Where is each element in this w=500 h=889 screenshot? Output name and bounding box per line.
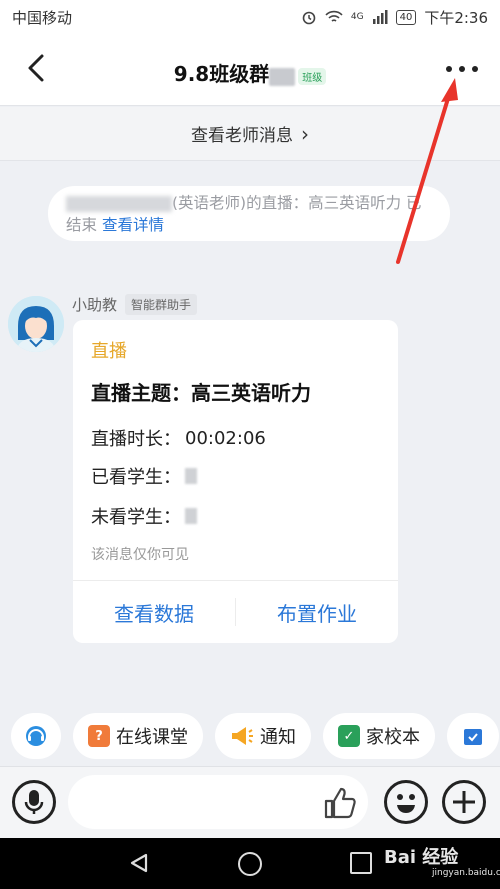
online-class-chip[interactable]: ? 在线课堂 xyxy=(73,713,203,759)
headset-icon xyxy=(26,726,46,746)
more-dot xyxy=(459,66,465,72)
sender-tag: 智能群助手 xyxy=(125,294,198,315)
view-teacher-messages-bar[interactable]: 查看老师消息 › xyxy=(0,107,500,161)
thumbs-up-icon xyxy=(324,787,356,819)
live-ended-notice: (英语老师)的直播：高三英语听力 已结束 查看详情 xyxy=(48,186,450,241)
watched-label: 已看学生： xyxy=(91,467,181,488)
view-data-button[interactable]: 查看数据 xyxy=(73,598,235,627)
megaphone-icon xyxy=(232,727,253,745)
page-title: 9.8班级群 xyxy=(173,62,270,86)
live-topic: 直播主题：高三英语听力 xyxy=(91,381,311,405)
redacted-title-suffix xyxy=(269,67,296,86)
more-dots-icon xyxy=(446,66,452,72)
assign-homework-button[interactable]: 布置作业 xyxy=(236,598,398,627)
online-class-label: 在线课堂 xyxy=(116,727,188,748)
signal-icon xyxy=(372,10,388,24)
smiley-icon xyxy=(397,794,415,813)
card-actions: 查看数据 布置作业 xyxy=(73,581,398,643)
home-school-book-chip[interactable]: ✓ 家校本 xyxy=(323,713,435,759)
unwatched-label: 未看学生： xyxy=(91,507,181,528)
redacted-teacher-name xyxy=(66,195,172,212)
baidu-watermark-url: jingyan.baidu.com xyxy=(432,868,500,878)
system-recents-button[interactable] xyxy=(350,852,372,874)
baidu-watermark: Bai 经验 xyxy=(384,847,459,868)
assistant-shortcut-button[interactable] xyxy=(11,713,61,759)
notice-label: 通知 xyxy=(260,727,296,748)
voice-input-button[interactable] xyxy=(12,780,56,824)
status-right: 4G 40 下午2:36 xyxy=(301,7,488,28)
live-tag: 直播 xyxy=(91,341,127,362)
title-wrap: 9.8班级群 班级 xyxy=(0,58,500,87)
unwatched-row: 未看学生： xyxy=(91,503,197,529)
more-options-button[interactable] xyxy=(446,62,478,76)
microphone-icon xyxy=(24,790,44,814)
online-class-icon: ? xyxy=(88,725,110,747)
watched-row: 已看学生： xyxy=(91,463,197,489)
emoji-button[interactable] xyxy=(384,780,428,824)
system-back-button[interactable] xyxy=(128,852,150,874)
more-dot xyxy=(472,66,478,72)
duration-label: 直播时长： xyxy=(91,429,181,450)
status-bar: 中国移动 4G 40 下午2:36 xyxy=(0,0,500,34)
network-label: 4G xyxy=(350,12,364,22)
class-badge: 班级 xyxy=(298,68,327,85)
home-school-book-label: 家校本 xyxy=(366,727,420,748)
duration-value: 00:02:06 xyxy=(185,427,266,449)
notice-chip[interactable]: 通知 xyxy=(215,713,311,759)
assistant-avatar-icon xyxy=(8,296,64,352)
assistant-avatar[interactable] xyxy=(8,296,64,352)
wifi-icon xyxy=(325,10,343,22)
triangle-back-icon xyxy=(130,853,148,873)
duration-row: 直播时长： 00:02:06 xyxy=(91,425,266,451)
quick-actions-bar: ? 在线课堂 通知 ✓ 家校本 xyxy=(0,710,500,762)
chevron-right-icon: › xyxy=(301,121,309,146)
chat-header: 9.8班级群 班级 xyxy=(0,34,500,106)
home-school-book-icon: ✓ xyxy=(338,725,360,747)
visibility-note: 该消息仅你可见 xyxy=(91,547,189,563)
redacted-watched-count xyxy=(185,468,197,484)
clock-label: 下午2:36 xyxy=(424,8,488,27)
carrier-label: 中国移动 xyxy=(12,8,73,27)
more-actions-button[interactable] xyxy=(442,780,486,824)
battery-indicator: 40 xyxy=(395,9,417,25)
plus-icon xyxy=(453,791,475,813)
sender-name: 小助教 xyxy=(72,296,118,314)
view-details-link[interactable]: 查看详情 xyxy=(102,216,164,234)
alarm-icon xyxy=(302,11,316,25)
thumbs-up-button[interactable] xyxy=(322,785,358,821)
system-home-button[interactable] xyxy=(238,852,262,876)
redacted-unwatched-count xyxy=(185,508,197,524)
calendar-icon xyxy=(464,729,482,745)
live-summary-card[interactable]: 直播 直播主题：高三英语听力 直播时长： 00:02:06 已看学生： 未看学生… xyxy=(73,320,398,643)
input-bar xyxy=(0,766,500,838)
sender-line: 小助教 智能群助手 xyxy=(72,294,198,315)
teacher-bar-label: 查看老师消息 xyxy=(191,126,293,146)
more-chip[interactable] xyxy=(447,713,499,759)
